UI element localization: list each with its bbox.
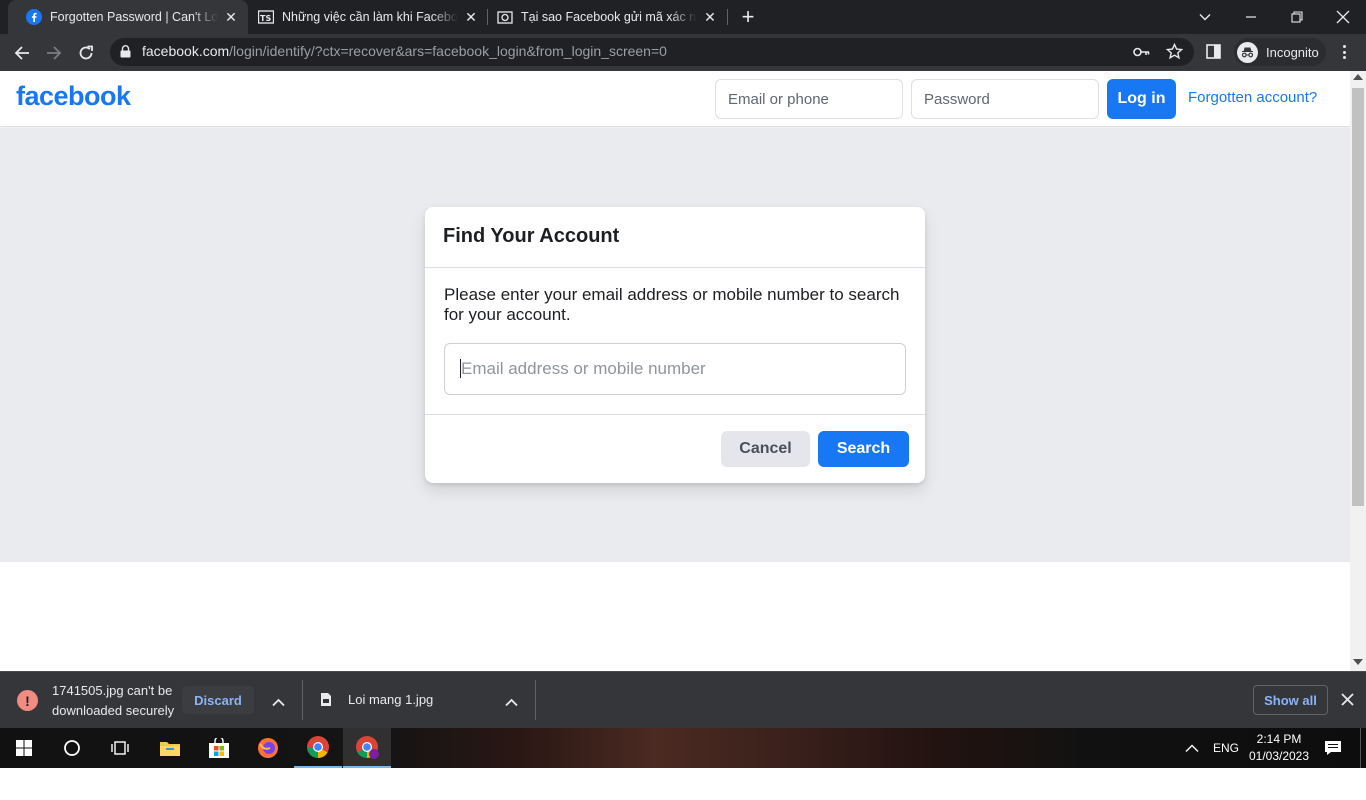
camera-icon bbox=[497, 9, 513, 25]
incognito-icon bbox=[1237, 41, 1258, 63]
login-button[interactable]: Log in bbox=[1107, 79, 1176, 119]
firefox-icon[interactable] bbox=[244, 728, 292, 768]
cancel-button[interactable]: Cancel bbox=[721, 431, 810, 467]
email-or-mobile-input[interactable] bbox=[444, 343, 906, 395]
new-tab-button[interactable]: + bbox=[736, 4, 760, 29]
tab-separator bbox=[727, 9, 728, 25]
restore-icon[interactable] bbox=[1274, 0, 1320, 34]
card-description: Please enter your email address or mobil… bbox=[444, 285, 900, 324]
web-page: facebook Log in Forgotten account? Find … bbox=[0, 71, 1350, 671]
search-button[interactable]: Search bbox=[818, 431, 909, 467]
download-file-name[interactable]: Loi mang 1.jpg bbox=[348, 690, 433, 710]
language-indicator[interactable]: ENG bbox=[1213, 728, 1239, 768]
download-warning-text: 1741505.jpg can't be downloaded securely bbox=[52, 681, 174, 721]
tab-title: Forgotten Password | Can't Log In bbox=[50, 10, 218, 24]
download-warning-line1: 1741505.jpg can't be bbox=[52, 683, 173, 698]
shelf-separator bbox=[302, 680, 303, 720]
divider bbox=[425, 267, 925, 268]
minimize-icon[interactable] bbox=[1228, 0, 1274, 34]
chrome-incognito-icon[interactable] bbox=[343, 728, 391, 768]
close-tab-icon[interactable]: ✕ bbox=[222, 8, 240, 26]
clock[interactable]: 2:14 PM 01/03/2023 bbox=[1249, 728, 1309, 768]
clock-time: 2:14 PM bbox=[1256, 732, 1302, 746]
show-desktop-button[interactable] bbox=[1360, 728, 1366, 768]
scroll-up-arrow-icon[interactable] bbox=[1353, 74, 1363, 80]
text-cursor bbox=[460, 359, 461, 378]
url-path: /login/identify/?ctx=recover&ars=faceboo… bbox=[229, 43, 667, 59]
close-shelf-icon[interactable] bbox=[1341, 693, 1354, 711]
forgotten-account-link[interactable]: Forgotten account? bbox=[1188, 89, 1317, 106]
find-account-card: Find Your Account Please enter your emai… bbox=[425, 207, 925, 483]
divider bbox=[425, 414, 925, 415]
svg-text:TS: TS bbox=[260, 14, 271, 23]
reload-icon[interactable] bbox=[71, 38, 101, 68]
back-icon[interactable] bbox=[7, 38, 37, 68]
tab-facebook-tips[interactable]: TS Những việc cần làm khi Facebook ✕ bbox=[240, 0, 488, 34]
show-hidden-icons[interactable] bbox=[1185, 728, 1199, 768]
windows-taskbar bbox=[0, 728, 1366, 768]
tab-title: Những việc cần làm khi Facebook bbox=[282, 10, 458, 24]
profile-label: Incognito bbox=[1266, 44, 1319, 60]
menu-icon[interactable] bbox=[1337, 43, 1351, 61]
search-circle-icon[interactable] bbox=[48, 728, 96, 768]
chrome-icon[interactable] bbox=[294, 728, 342, 768]
side-panel-icon[interactable] bbox=[1206, 44, 1221, 64]
header-email-input[interactable] bbox=[715, 79, 903, 119]
file-icon bbox=[320, 692, 332, 712]
incognito-profile-button[interactable]: Incognito bbox=[1234, 38, 1326, 66]
file-explorer-icon[interactable] bbox=[146, 728, 194, 768]
star-icon[interactable] bbox=[1165, 42, 1184, 65]
blank-area bbox=[0, 768, 1366, 800]
discard-button[interactable]: Discard bbox=[182, 686, 254, 714]
tab-title: Tại sao Facebook gửi mã xác nhận bbox=[521, 10, 697, 24]
facebook-logo[interactable]: facebook bbox=[16, 81, 131, 112]
store-icon[interactable] bbox=[195, 728, 243, 768]
tab-search-icon[interactable] bbox=[1182, 0, 1228, 34]
close-tab-icon[interactable]: ✕ bbox=[701, 8, 719, 26]
close-tab-icon[interactable]: ✕ bbox=[462, 8, 480, 26]
shelf-separator bbox=[535, 680, 536, 720]
close-window-icon[interactable] bbox=[1320, 0, 1366, 34]
scroll-down-arrow-icon[interactable] bbox=[1353, 659, 1363, 665]
notification-icon[interactable] bbox=[1324, 728, 1342, 768]
download-shelf: ! 1741505.jpg can't be downloaded secure… bbox=[0, 671, 1366, 728]
show-all-button[interactable]: Show all bbox=[1253, 685, 1328, 715]
tab-verification-code[interactable]: Tại sao Facebook gửi mã xác nhận ✕ bbox=[479, 0, 727, 34]
url-host: facebook.com bbox=[142, 43, 230, 59]
download-warning-line2: downloaded securely bbox=[52, 703, 175, 718]
facebook-icon bbox=[26, 9, 42, 25]
windows-start-icon[interactable] bbox=[0, 728, 48, 768]
clock-date: 01/03/2023 bbox=[1248, 749, 1310, 763]
tab-forgotten-password[interactable]: Forgotten Password | Can't Log In ✕ bbox=[8, 0, 248, 34]
chevron-up-icon[interactable] bbox=[505, 694, 518, 712]
task-view-icon[interactable] bbox=[96, 728, 144, 768]
tab-strip: Forgotten Password | Can't Log In ✕ TS N… bbox=[0, 0, 1366, 34]
header-password-input[interactable] bbox=[911, 79, 1099, 119]
url-text[interactable]: facebook.com/login/identify/?ctx=recover… bbox=[142, 43, 667, 59]
chevron-up-icon[interactable] bbox=[272, 694, 285, 712]
facebook-header: facebook Log in Forgotten account? bbox=[0, 71, 1350, 127]
warning-icon: ! bbox=[17, 690, 38, 711]
key-icon[interactable] bbox=[1133, 45, 1150, 64]
tsl-icon: TS bbox=[258, 9, 274, 25]
lock-icon[interactable] bbox=[120, 45, 131, 63]
forward-icon[interactable] bbox=[39, 38, 69, 68]
scrollbar-thumb[interactable] bbox=[1352, 88, 1364, 506]
card-title: Find Your Account bbox=[443, 225, 620, 247]
